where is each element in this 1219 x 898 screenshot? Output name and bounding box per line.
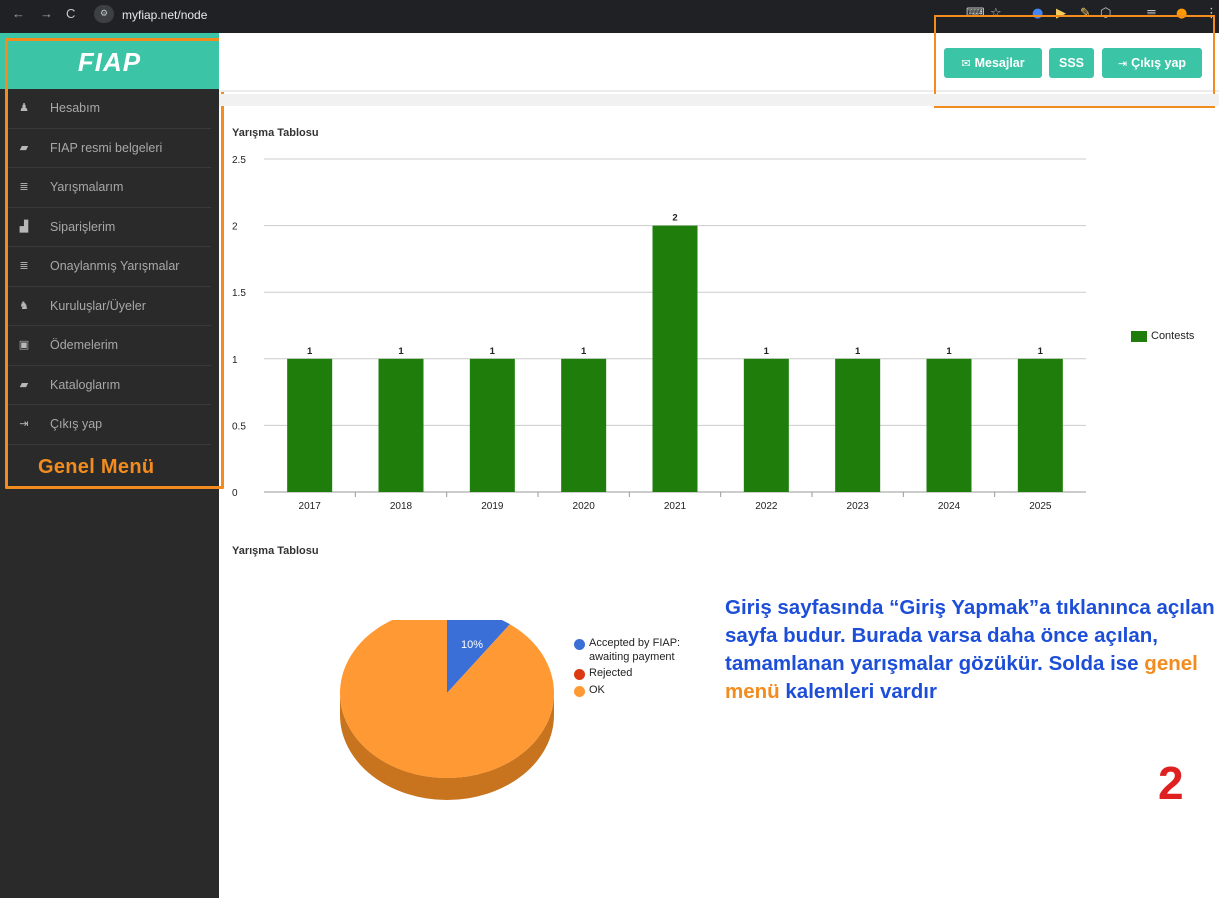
y-tick-label: 1.5 [232, 288, 246, 299]
forward-arrow-icon[interactable]: → [40, 6, 53, 21]
annotation-text: Giriş sayfasında “Giriş Yapmak”a tıklanı… [725, 594, 1219, 706]
y-tick-label: 0 [232, 488, 238, 499]
address-url[interactable]: myfiap.net/node [122, 8, 207, 22]
contest-bar-chart: 0 0.5 1 1.5 2 2.5 1 2017 1 2018 1 2019 1 2020 2 2021 1 20… [232, 155, 1086, 512]
legend-swatch [1131, 331, 1147, 342]
annotation-text-part2: kalemleri vardır [785, 680, 937, 703]
legend-dot [574, 669, 585, 680]
bar [469, 358, 515, 492]
bar [743, 358, 789, 492]
bar-value-label: 1 [1038, 346, 1044, 357]
pie-chart-title: Yarışma Tablosu [232, 545, 319, 557]
y-tick-label: 2 [232, 222, 238, 233]
y-tick-label: 2.5 [232, 155, 246, 166]
pie-legend-item: Accepted by FIAP: awaiting payment [574, 637, 684, 664]
x-tick-label: 2023 [847, 501, 870, 512]
bar-value-label: 1 [946, 346, 952, 357]
status-pie-chart: 10% [340, 620, 554, 800]
x-tick-label: 2020 [573, 501, 596, 512]
bar-value-label: 1 [581, 346, 587, 357]
legend-dot [574, 685, 585, 697]
menu-annotation-label: Genel Menü [38, 456, 155, 478]
bar [378, 358, 424, 492]
x-tick-label: 2022 [755, 501, 778, 512]
bar-value-label: 1 [398, 346, 404, 357]
reload-icon[interactable]: C [66, 6, 75, 21]
pie-legend-label: OK [589, 683, 605, 696]
address-bar[interactable] [92, 4, 1012, 26]
annotation-text-part1: Giriş sayfasında “Giriş Yapmak”a tıklanı… [725, 596, 1215, 675]
x-tick-label: 2024 [938, 501, 961, 512]
x-tick-label: 2017 [299, 501, 322, 512]
bar [926, 358, 972, 492]
pie-slice-label: 10% [461, 639, 483, 651]
step-number: 2 [1158, 757, 1184, 809]
x-tick-label: 2025 [1029, 501, 1052, 512]
legend-label: Contests [1151, 330, 1195, 342]
content-divider [219, 94, 1219, 106]
bar [835, 358, 881, 492]
y-tick-label: 0.5 [232, 421, 246, 432]
x-tick-label: 2019 [481, 501, 504, 512]
pie-legend-item: Rejected [574, 667, 684, 681]
x-tick-label: 2018 [390, 501, 413, 512]
bar-value-label: 1 [764, 346, 770, 357]
bar-value-label: 1 [307, 346, 313, 357]
site-info-icon[interactable]: ⚙ [94, 5, 114, 23]
bar [652, 225, 698, 492]
bar [287, 358, 333, 492]
pie-legend-label: Accepted by FIAP: awaiting payment [589, 637, 681, 663]
bar-value-label: 1 [855, 346, 861, 357]
x-tick-label: 2021 [664, 501, 687, 512]
bar [561, 358, 607, 492]
bar-value-label: 2 [672, 213, 677, 224]
bar-value-label: 1 [490, 346, 496, 357]
pie-legend-item: OK [574, 684, 684, 698]
bar-chart-title: Yarışma Tablosu [232, 127, 319, 139]
pie-chart-legend: Accepted by FIAP: awaiting payment Reject… [574, 637, 684, 700]
y-tick-label: 1 [232, 355, 238, 366]
pie-legend-label: Rejected [589, 667, 633, 679]
back-arrow-icon[interactable]: ← [12, 6, 25, 21]
legend-dot [574, 639, 585, 650]
menu-highlight-box [5, 38, 224, 489]
bar [1017, 358, 1063, 492]
